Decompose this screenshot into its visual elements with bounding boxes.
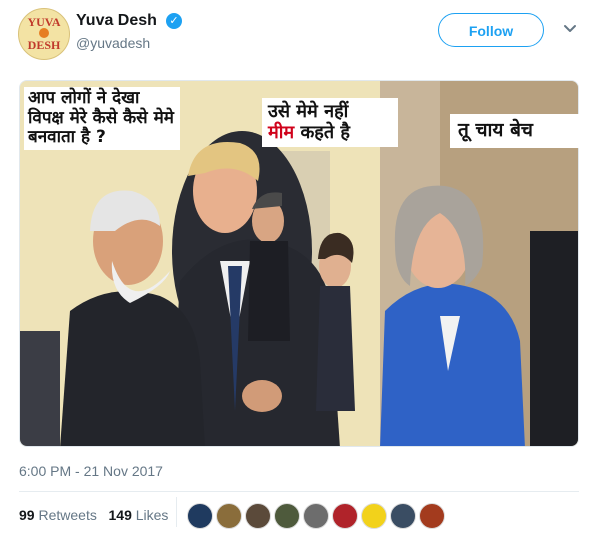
avatar[interactable]: YUVA DESH (18, 8, 70, 60)
liker-avatar-9[interactable] (419, 503, 445, 529)
chevron-down-icon[interactable] (562, 20, 578, 36)
likes-stat[interactable]: 149 Likes (109, 507, 169, 523)
liker-avatar-3[interactable] (245, 503, 271, 529)
liker-avatar-2[interactable] (216, 503, 242, 529)
meme-middle-highlight: मीम (268, 121, 295, 143)
meme-speech-bubble-middle: उसे मेमे नहीं मीम कहते है (262, 98, 398, 148)
retweets-count: 99 (19, 507, 35, 523)
tweet-stats: 99 Retweets 149 Likes (19, 507, 168, 523)
tweet-timestamp[interactable]: 6:00 PM - 21 Nov 2017 (19, 463, 163, 479)
likes-label: Likes (135, 507, 169, 523)
verified-badge-icon: ✓ (166, 13, 182, 29)
avatar-emblem-icon (39, 28, 49, 38)
liker-avatar-7[interactable] (361, 503, 387, 529)
follow-button[interactable]: Follow (438, 13, 544, 47)
avatar-text-bottom: DESH (27, 38, 61, 52)
likes-count: 149 (108, 507, 132, 523)
meme-middle-line2: कहते है (300, 121, 350, 143)
meme-speech-bubble-right: तू चाय बेच (450, 114, 584, 148)
liker-avatar-5[interactable] (303, 503, 329, 529)
stats-divider (176, 497, 177, 527)
meme-middle-line1: उसे मेमे नहीं (268, 101, 349, 122)
divider (19, 491, 579, 492)
tweet-header: YUVA DESH Yuva Desh ✓ @yuvadesh Follow (0, 0, 598, 72)
author-handle[interactable]: @yuvadesh (76, 35, 150, 51)
retweets-stat[interactable]: 99 Retweets (19, 507, 97, 523)
liker-avatar-1[interactable] (187, 503, 213, 529)
liker-avatar-8[interactable] (390, 503, 416, 529)
liker-avatar-4[interactable] (274, 503, 300, 529)
retweets-label: Retweets (38, 507, 97, 523)
author-name[interactable]: Yuva Desh (76, 12, 157, 30)
liker-avatar-6[interactable] (332, 503, 358, 529)
meme-speech-bubble-left: आप लोगों ने देखा विपक्ष मेरे कैसे कैसे म… (24, 87, 180, 150)
